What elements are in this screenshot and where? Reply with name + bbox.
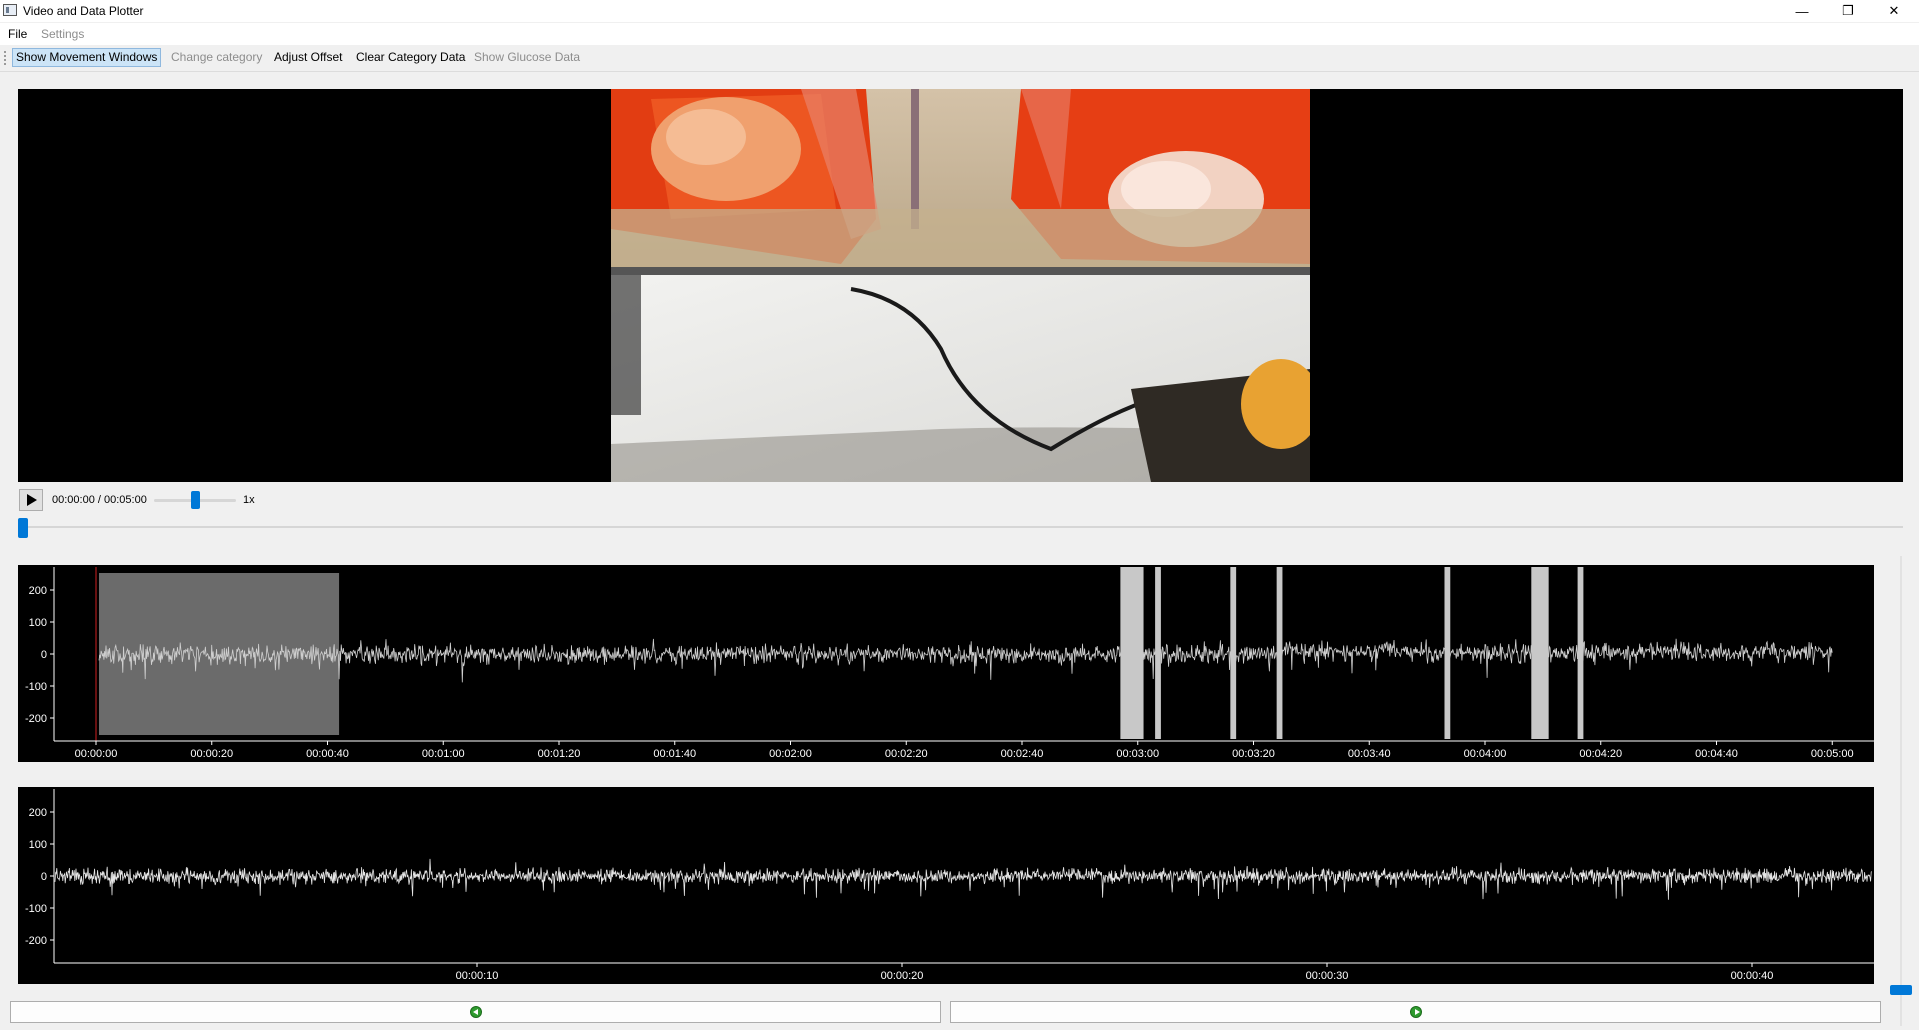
- vertical-scroll-handle[interactable]: [1890, 985, 1912, 995]
- overview-x-tick-label: 00:04:00: [1464, 748, 1507, 760]
- overview-x-tick-label: 00:04:20: [1579, 748, 1622, 760]
- speed-slider-handle[interactable]: [190, 491, 200, 509]
- arrow-left-icon: [469, 1006, 482, 1018]
- next-window-button[interactable]: [950, 1001, 1881, 1023]
- overview-plot[interactable]: 200 100 0 -100 -200 00:00:00 00:00:20 00:00:40 0…: [18, 565, 1874, 762]
- clear-category-data-button[interactable]: Clear Category Data: [353, 48, 468, 67]
- previous-window-button[interactable]: [10, 1001, 941, 1023]
- overview-artifact-burst: [1531, 567, 1549, 739]
- detail-plot-canvas[interactable]: 200 100 0 -100 -200 00:00:10 00:00:20 00:00:30 0…: [18, 787, 1874, 984]
- overview-x-tick-label: 00:02:40: [1001, 748, 1044, 760]
- title-bar: Video and Data Plotter — ❐ ✕: [0, 0, 1919, 22]
- detail-y-tick-label: -200: [25, 935, 47, 947]
- detail-y-tick-label: -100: [25, 903, 47, 915]
- overview-x-tick-label: 00:01:20: [538, 748, 581, 760]
- detail-x-tick-label: 00:00:40: [1731, 970, 1774, 982]
- menu-bar: File Settings: [0, 23, 1919, 45]
- detail-y-tick-label: 200: [29, 807, 47, 819]
- video-display[interactable]: [18, 89, 1903, 482]
- overview-signal-series: [98, 638, 1833, 683]
- overview-artifact-burst: [1230, 567, 1237, 739]
- overview-y-tick-label: -100: [25, 681, 47, 693]
- overview-artifact-burst: [1155, 567, 1161, 739]
- arrow-right-icon: [1409, 1006, 1422, 1018]
- overview-x-tick-label: 00:05:00: [1811, 748, 1854, 760]
- detail-x-tick-label: 00:00:10: [456, 970, 499, 982]
- maximize-button[interactable]: ❐: [1825, 0, 1871, 22]
- toolbar: Show Movement Windows Change category Ad…: [0, 45, 1919, 72]
- menu-settings[interactable]: Settings: [41, 27, 84, 41]
- play-icon: [27, 494, 37, 506]
- menu-file[interactable]: File: [8, 27, 27, 41]
- overview-x-tick-label: 00:00:40: [306, 748, 349, 760]
- adjust-offset-button[interactable]: Adjust Offset: [271, 48, 345, 67]
- overview-x-tick-label: 00:03:00: [1116, 748, 1159, 760]
- overview-x-tick-label: 00:03:40: [1348, 748, 1391, 760]
- app-icon: [3, 4, 17, 16]
- detail-signal-series: [54, 858, 1873, 900]
- overview-artifact-burst: [1276, 567, 1283, 739]
- play-button[interactable]: [19, 489, 43, 511]
- overview-x-tick-label: 00:01:00: [422, 748, 465, 760]
- detail-plot[interactable]: 200 100 0 -100 -200 00:00:10 00:00:20 00:00:30 0…: [18, 787, 1874, 984]
- overview-x-tick-label: 00:04:40: [1695, 748, 1738, 760]
- overview-x-tick-label: 00:00:00: [75, 748, 118, 760]
- overview-x-tick-label: 00:02:00: [769, 748, 812, 760]
- video-frame: [611, 89, 1310, 482]
- overview-x-tick-label: 00:01:40: [653, 748, 696, 760]
- player-controls: 00:00:00 / 00:05:00 1x: [18, 488, 418, 514]
- detail-y-tick-label: 0: [41, 871, 47, 883]
- window-title: Video and Data Plotter: [23, 4, 144, 18]
- minimize-button[interactable]: —: [1779, 0, 1825, 22]
- overview-plot-canvas[interactable]: 200 100 0 -100 -200 00:00:00 00:00:20 00:00:40 0…: [18, 565, 1874, 762]
- overview-artifact-burst: [1444, 567, 1451, 739]
- detail-axes: 200 100 0 -100 -200 00:00:10 00:00:20 00:00:30 0…: [25, 789, 1874, 982]
- speed-label: 1x: [243, 494, 255, 506]
- overview-artifact-burst: [1120, 567, 1144, 739]
- overview-y-tick-label: 200: [29, 585, 47, 597]
- overview-y-tick-label: 100: [29, 617, 47, 629]
- close-button[interactable]: ✕: [1871, 0, 1917, 22]
- detail-y-tick-label: 100: [29, 839, 47, 851]
- time-display: 00:00:00 / 00:05:00: [52, 494, 147, 506]
- overview-y-tick-label: 0: [41, 649, 47, 661]
- overview-x-tick-label: 00:00:20: [190, 748, 233, 760]
- video-frame-image: [611, 89, 1310, 482]
- overview-x-tick-label: 00:02:20: [885, 748, 928, 760]
- overview-x-tick-label: 00:03:20: [1232, 748, 1275, 760]
- vertical-scrollbar[interactable]: [1900, 556, 1902, 1026]
- overview-y-tick-label: -200: [25, 713, 47, 725]
- show-movement-windows-button[interactable]: Show Movement Windows: [12, 48, 162, 67]
- detail-x-tick-label: 00:00:30: [1306, 970, 1349, 982]
- seek-slider-track[interactable]: [18, 526, 1903, 528]
- change-category-button[interactable]: Change category: [168, 48, 265, 67]
- toolbar-grip[interactable]: [4, 51, 8, 65]
- seek-slider-handle[interactable]: [18, 518, 28, 538]
- show-glucose-data-button[interactable]: Show Glucose Data: [471, 48, 583, 67]
- overview-artifact-burst: [1577, 567, 1584, 739]
- detail-x-tick-label: 00:00:20: [881, 970, 924, 982]
